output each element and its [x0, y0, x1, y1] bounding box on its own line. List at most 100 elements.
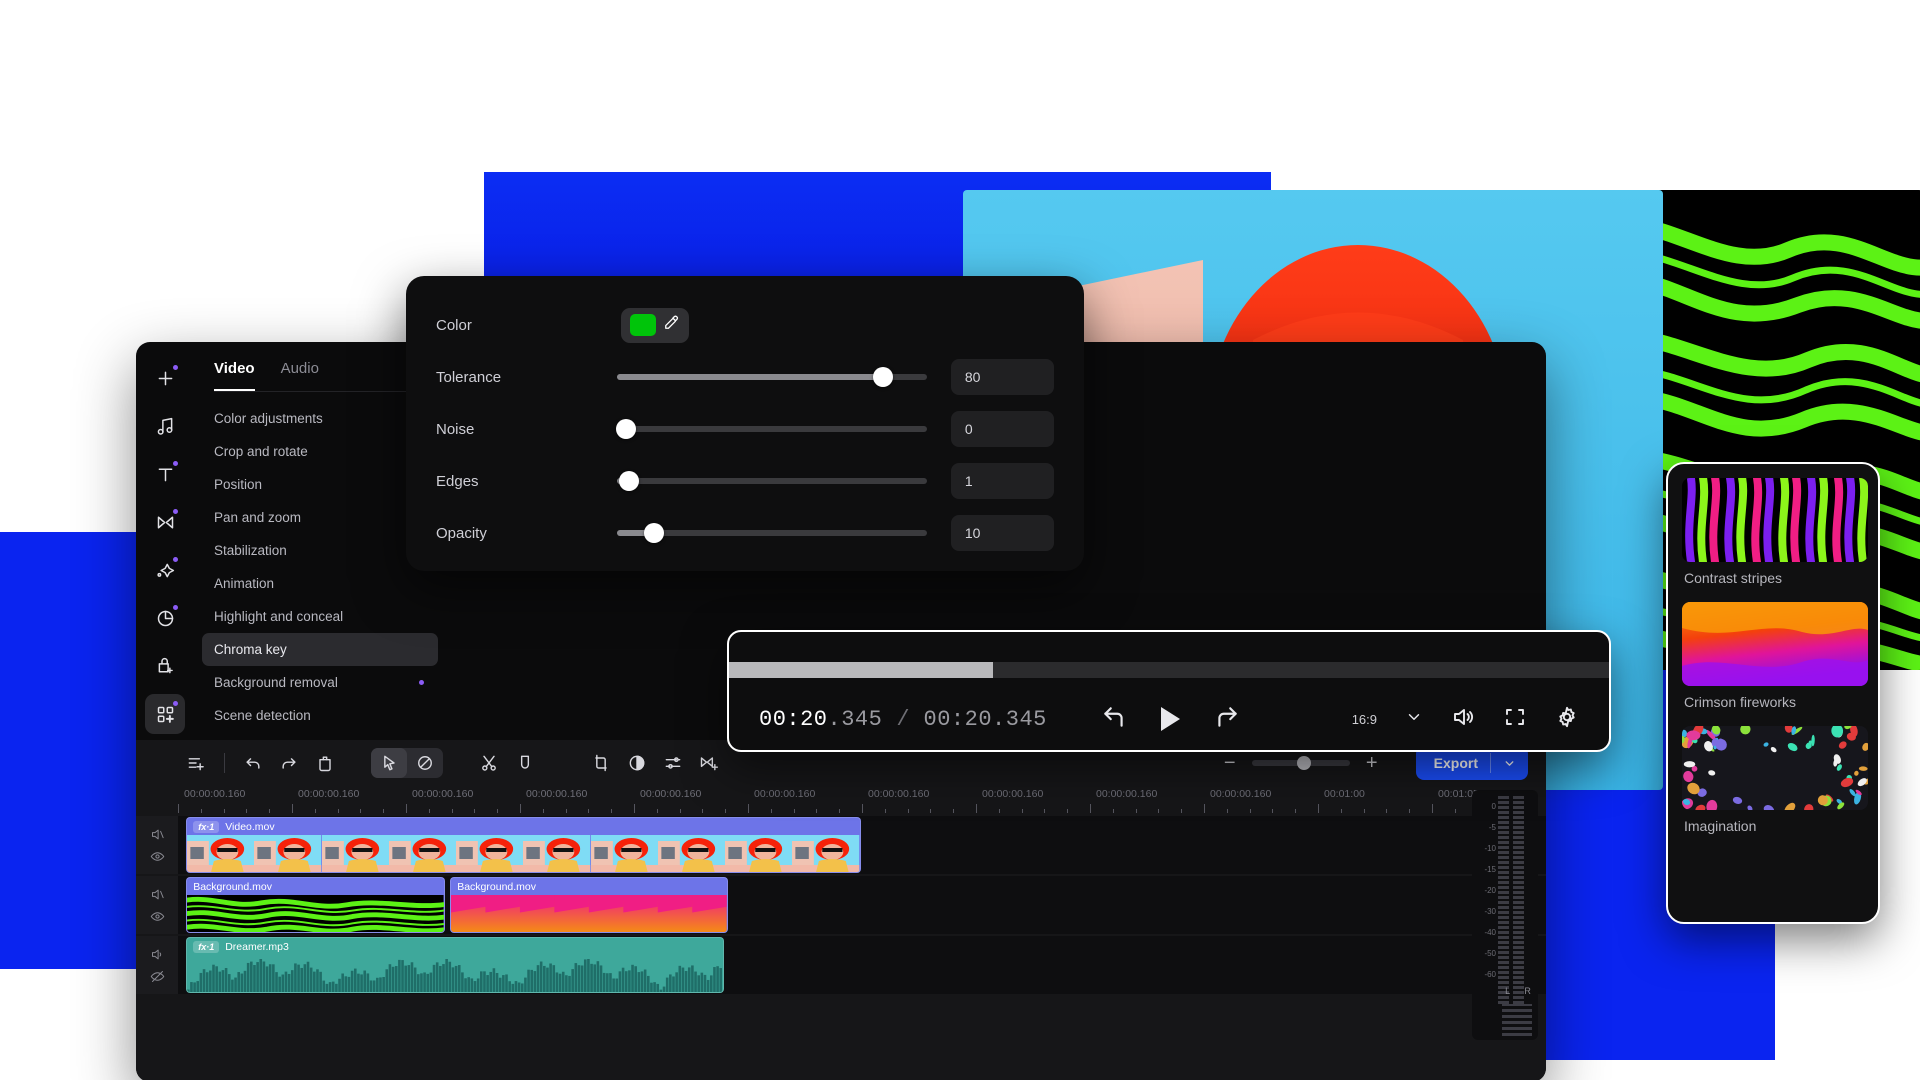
meter-segment: [1498, 811, 1509, 814]
expand-corners-icon[interactable]: [1503, 705, 1527, 734]
opacity-slider[interactable]: [617, 530, 927, 536]
aspect-ratio-value[interactable]: 16:9: [1352, 712, 1377, 727]
effect-label: Stabilization: [214, 543, 287, 558]
track-body-audio-1[interactable]: fx·1 Dreamer.mp3: [178, 936, 1546, 994]
redo-button[interactable]: [271, 748, 307, 778]
adjust-sliders-button[interactable]: [655, 748, 691, 778]
noise-slider[interactable]: [617, 426, 927, 432]
meter-segment: [1513, 961, 1524, 964]
zoom-out-button[interactable]: −: [1222, 752, 1238, 775]
clip-thumbnail: [792, 835, 859, 873]
color-swatch[interactable]: [630, 314, 656, 336]
clip-header: fx·1 Video.mov: [187, 818, 859, 835]
timeline-clip[interactable]: fx·1 Video.mov: [186, 817, 860, 873]
ruler-tick: [1250, 809, 1251, 813]
track-body-video-2[interactable]: Background.mov: [178, 876, 1546, 934]
effect-item-crop-and-rotate[interactable]: Crop and rotate: [202, 435, 438, 468]
timeline-ruler[interactable]: 00:00:00.160 00:00:00.160 00:00:00.160 00:0…: [178, 786, 1546, 816]
slider-knob[interactable]: [616, 419, 636, 439]
arrow-back-icon[interactable]: [1101, 704, 1127, 735]
list-item[interactable]: Crimson fireworks: [1682, 602, 1864, 720]
ruler-label: 00:00:00.160: [1096, 788, 1157, 800]
ruler-label: 00:01:00: [1324, 788, 1365, 800]
transition-add-button[interactable]: [691, 748, 727, 778]
effect-item-stabilization[interactable]: Stabilization: [202, 534, 438, 567]
effect-item-pan-and-zoom[interactable]: Pan and zoom: [202, 501, 438, 534]
effect-item-animation[interactable]: Animation: [202, 567, 438, 600]
list-item[interactable]: Imagination: [1682, 726, 1864, 844]
timeline-clip[interactable]: Background.mov: [450, 877, 728, 933]
effect-item-scene-detection[interactable]: Scene detection: [202, 699, 438, 732]
select-tool-button[interactable]: [371, 748, 407, 778]
zoom-slider[interactable]: [1252, 760, 1350, 766]
chevron-down-icon[interactable]: [1405, 708, 1423, 731]
preset-thumbnail-contrast-stripes[interactable]: [1682, 478, 1868, 562]
opacity-value[interactable]: 10: [951, 515, 1054, 551]
tolerance-slider[interactable]: [617, 374, 927, 380]
add-track-button[interactable]: [178, 748, 214, 778]
edges-value[interactable]: 1: [951, 463, 1054, 499]
slider-knob[interactable]: [644, 523, 664, 543]
zoom-slider-knob[interactable]: [1297, 756, 1311, 770]
meter-segment: [1513, 816, 1524, 819]
meter-label-r: R: [1524, 986, 1531, 996]
marker-tool-button[interactable]: [507, 748, 543, 778]
edges-label: Edges: [436, 473, 617, 490]
color-contrast-button[interactable]: [619, 748, 655, 778]
ruler-tick: [1067, 809, 1068, 813]
speaker-waves-icon[interactable]: [1451, 705, 1475, 734]
cut-tool-button[interactable]: [471, 748, 507, 778]
timeline-clip[interactable]: fx·1 Dreamer.mp3: [186, 937, 724, 993]
effect-label: Background removal: [214, 675, 338, 690]
confetti-shape: [1684, 761, 1696, 767]
effect-label: Color adjustments: [214, 411, 323, 426]
rail-item-add-media[interactable]: [145, 358, 185, 398]
ruler-tick: [976, 804, 977, 813]
gear-icon[interactable]: [1555, 705, 1579, 734]
meter-segment: [1513, 866, 1524, 869]
slider-knob[interactable]: [619, 471, 639, 491]
tab-video[interactable]: Video: [214, 360, 255, 391]
eyedropper-icon[interactable]: [662, 314, 680, 337]
meter-segment: [1513, 876, 1524, 879]
noise-value[interactable]: 0: [951, 411, 1054, 447]
track-body-video-1[interactable]: fx·1 Video.mov: [178, 816, 1546, 874]
effect-item-position[interactable]: Position: [202, 468, 438, 501]
slip-tool-button[interactable]: [407, 748, 443, 778]
ruler-tick: [497, 809, 498, 813]
meter-scale-label: 0: [1492, 802, 1496, 811]
rail-item-more-tools[interactable]: [145, 694, 185, 734]
seek-bar[interactable]: [729, 662, 1609, 678]
rail-item-filters[interactable]: [145, 550, 185, 590]
tolerance-value[interactable]: 80: [951, 359, 1054, 395]
ruler-label: 00:00:00.160: [640, 788, 701, 800]
rail-item-titles[interactable]: [145, 454, 185, 494]
chevron-down-icon[interactable]: [1491, 757, 1528, 770]
tab-audio[interactable]: Audio: [281, 360, 319, 391]
effect-item-chroma-key[interactable]: Chroma key: [202, 633, 438, 666]
crop-button[interactable]: [583, 748, 619, 778]
edges-slider[interactable]: [617, 478, 927, 484]
undo-button[interactable]: [235, 748, 271, 778]
slider-knob[interactable]: [873, 367, 893, 387]
delete-button[interactable]: [307, 748, 343, 778]
effect-item-color-adjustments[interactable]: Color adjustments: [202, 402, 438, 435]
rail-item-callouts[interactable]: [145, 646, 185, 686]
effect-item-background-removal[interactable]: Background removal: [202, 666, 438, 699]
ruler-label: 00:00:00.160: [868, 788, 929, 800]
zoom-in-button[interactable]: +: [1364, 752, 1380, 775]
preset-thumbnail-crimson-fireworks[interactable]: [1682, 602, 1868, 686]
ruler-tick: [999, 809, 1000, 813]
preset-thumbnail-imagination[interactable]: [1682, 726, 1868, 810]
rail-item-audio[interactable]: [145, 406, 185, 446]
meter-segment: [1498, 911, 1509, 914]
timeline-clip[interactable]: Background.mov: [186, 877, 445, 933]
effect-item-highlight-and-conceal[interactable]: Highlight and conceal: [202, 600, 438, 633]
meter-segment: [1498, 821, 1509, 824]
rail-item-transitions[interactable]: [145, 502, 185, 542]
rail-item-stickers[interactable]: [145, 598, 185, 638]
arrow-forward-icon[interactable]: [1214, 704, 1240, 735]
color-picker-control[interactable]: [621, 308, 689, 343]
play-triangle-icon[interactable]: [1161, 707, 1180, 731]
list-item[interactable]: Contrast stripes: [1682, 478, 1864, 596]
